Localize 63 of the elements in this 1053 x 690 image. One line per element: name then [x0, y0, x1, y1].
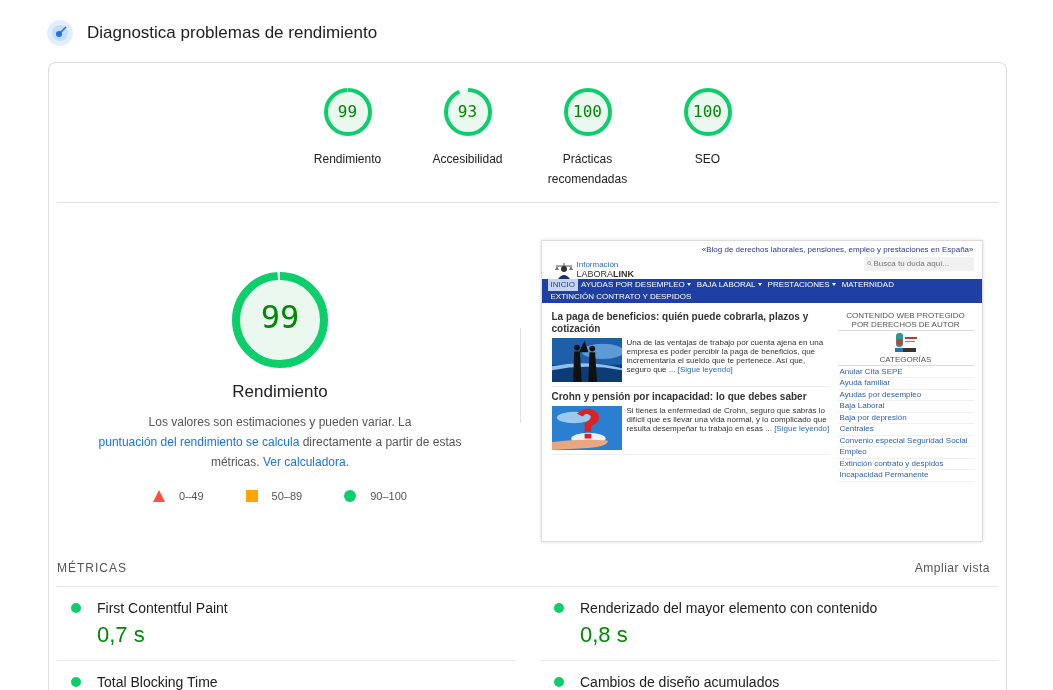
score-value: 99 [336, 102, 359, 121]
nav-item[interactable]: AYUDAS POR DESEMPLEO [577, 278, 694, 291]
search-icon [866, 261, 872, 266]
legend-range: 0–49 [179, 489, 204, 502]
circle-icon [344, 489, 357, 502]
category-link[interactable]: Centrales [837, 424, 974, 436]
nav-item[interactable]: EXTINCIÓN CONTRATO Y DESPIDOS [547, 290, 695, 303]
metric-value: 0,7 s [97, 622, 146, 648]
category-link[interactable]: Incapacidad Permanente [837, 470, 974, 482]
category-link[interactable]: Extinción contrato y despidos [837, 458, 974, 470]
category-link[interactable]: Ayuda familiar [837, 378, 974, 390]
category-label[interactable]: Accesibilidad [412, 149, 523, 169]
post-title[interactable]: La paga de beneficios: quién puede cobrarla, plazos y cotización [551, 310, 830, 335]
status-dot-icon [554, 603, 564, 613]
category-link[interactable]: Anular Cita SEPE [837, 366, 974, 378]
nav-item[interactable]: INICIO [547, 278, 578, 291]
metric-name: First Contentful Paint [97, 600, 228, 616]
metric-name: Renderizado del mayor elemento con contenido [580, 600, 878, 616]
read-more-link[interactable]: [Sigue leyendo] [677, 364, 733, 374]
category-link[interactable]: Ayudas por desempleo [837, 389, 974, 401]
metric-name: Total Blocking Time [97, 674, 218, 690]
link[interactable]: Ver calculadora. [262, 454, 350, 469]
post-excerpt: Una de las ventajas de trabajo por cuenta ajena en una empresa es poder percibir la paga de beneficios, que incrementaría el sueldo que te pertenece. Así que, seguro que ... [Sigue leyendo] [626, 337, 825, 376]
category-link[interactable]: Convenio especial Seguridad Social [837, 435, 974, 447]
nav-item[interactable]: MATERNIDAD [838, 278, 897, 291]
gauge-icon [47, 20, 73, 46]
expand-view-toggle[interactable]: Ampliar vista [914, 561, 990, 575]
widget-title: CATEGORÍAS [837, 354, 974, 366]
read-more-link[interactable]: [Sigue leyendo] [774, 423, 830, 433]
metric-name: Cambios de diseño acumulados [580, 674, 780, 690]
status-dot-icon [554, 677, 564, 687]
square-icon [245, 489, 258, 502]
nav-item[interactable]: BAJA LABORAL [693, 278, 765, 291]
score-description: Los valores son estimaciones y pueden variar. La puntuación del rendimiento se calcula directamente a partir de estas métricas. Ver calculadora. [97, 413, 463, 471]
widget-title: CONTENIDO WEB PROTEGIDO POR DERECHOS DE AUTOR [837, 310, 974, 331]
site-tagline: «Blog de derechos laborales, pensiones, empleo y prestaciones en España» [701, 244, 974, 254]
scales-figure-icon [553, 260, 574, 279]
link[interactable]: puntuación del rendimiento se calcula [98, 434, 300, 449]
status-dot-icon [71, 677, 81, 687]
category-link[interactable]: Baja por depresión [837, 412, 974, 424]
metrics-title: MÉTRICAS [57, 561, 127, 575]
score-title: Rendimiento [232, 381, 328, 402]
nav-item[interactable]: PRESTACIONES [764, 278, 839, 291]
legend-range: 90–100 [370, 489, 407, 502]
category-label[interactable]: Prácticas recomendadas [532, 149, 643, 189]
metric-value: 0,8 s [580, 622, 629, 648]
category-link[interactable]: Empleo [837, 447, 974, 459]
category-label[interactable]: SEO [652, 149, 763, 169]
search-field[interactable]: Busca tu duda aquí... [863, 256, 974, 271]
post-title[interactable]: Crohn y pensión por incapacidad: lo que debes saber [551, 390, 830, 403]
score-value: 93 [456, 102, 479, 121]
category-label[interactable]: Rendimiento [292, 149, 403, 169]
score-value: 100 [692, 102, 723, 121]
score-value: 100 [572, 102, 603, 121]
category-link[interactable]: Baja Laboral [837, 401, 974, 413]
logo-text: LABORALINK [576, 268, 634, 279]
status-dot-icon [71, 603, 81, 613]
section-title: Diagnostica problemas de rendimiento [87, 23, 378, 43]
triangle-icon [153, 489, 166, 502]
post-excerpt: Si tienes la enfermedad de Crohn, seguro que sabrás lo difícil que es llevar una vida normal, y lo complicado que resulta desempeñar tu trabajo en esas ... [Sigue leyendo] [626, 405, 830, 435]
logo-subtitle: Información [576, 259, 620, 269]
legend-range: 50–89 [271, 489, 303, 502]
score-value: 99 [259, 297, 301, 336]
